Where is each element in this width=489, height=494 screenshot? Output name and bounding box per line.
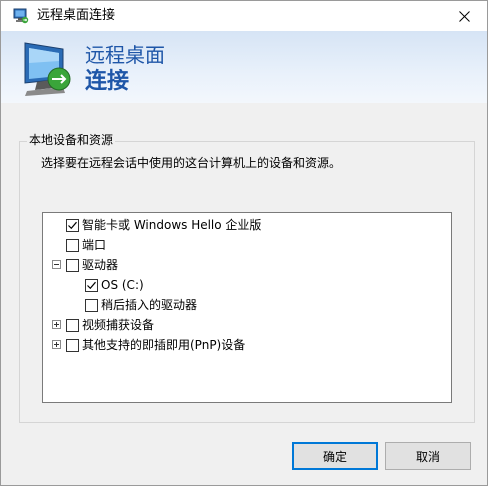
group-description: 选择要在远程会话中使用的这台计算机上的设备和资源。 <box>41 156 342 170</box>
checkmark-icon <box>68 221 77 229</box>
drives-checkbox[interactable] <box>66 258 79 272</box>
tree-item-label: 其他支持的即插即用(PnP)设备 <box>82 338 246 352</box>
tree-item-label: 端口 <box>82 238 107 252</box>
tree-item-ports[interactable]: 端口 <box>66 235 106 255</box>
device-tree[interactable]: 智能卡或 Windows Hello 企业版 端口 驱动器 OS (C:) 稍后… <box>42 212 452 403</box>
remote-desktop-logo-icon <box>24 42 71 96</box>
banner-title-line1: 远程桌面 <box>85 43 165 67</box>
pnp-expand-button[interactable] <box>52 340 61 349</box>
tree-item-video-capture[interactable]: 视频捕获设备 <box>66 315 154 335</box>
cancel-button[interactable]: 取消 <box>385 442 471 470</box>
tree-item-label: 稍后插入的驱动器 <box>101 298 198 312</box>
header-banner: 远程桌面 连接 <box>1 31 487 103</box>
tree-item-drives[interactable]: 驱动器 <box>66 255 118 275</box>
remote-desktop-icon <box>13 8 29 24</box>
later-drives-checkbox[interactable] <box>85 298 98 312</box>
video-capture-checkbox[interactable] <box>66 318 79 332</box>
group-legend: 本地设备和资源 <box>27 132 116 148</box>
tree-item-os-c[interactable]: OS (C:) <box>85 275 144 295</box>
remote-desktop-dialog: 远程桌面连接 远程桌面 连接 本地设备和资源 选择要在远程会话中使用的这台计算机… <box>0 0 488 486</box>
drives-collapse-button[interactable] <box>52 260 61 269</box>
tree-item-label: 驱动器 <box>82 258 119 272</box>
checkmark-icon <box>87 281 96 289</box>
smartcard-checkbox[interactable] <box>66 218 79 232</box>
pnp-checkbox[interactable] <box>66 338 79 352</box>
tree-item-pnp[interactable]: 其他支持的即插即用(PnP)设备 <box>66 335 245 355</box>
tree-item-later-drives[interactable]: 稍后插入的驱动器 <box>85 295 197 315</box>
close-button[interactable] <box>441 1 487 31</box>
window-title: 远程桌面连接 <box>37 8 116 23</box>
tree-item-label: OS (C:) <box>101 278 144 292</box>
ports-checkbox[interactable] <box>66 238 79 252</box>
minus-icon <box>54 264 59 265</box>
tree-item-label: 视频捕获设备 <box>82 318 155 332</box>
tree-item-smartcard[interactable]: 智能卡或 Windows Hello 企业版 <box>66 215 261 235</box>
os-c-checkbox[interactable] <box>85 278 98 292</box>
ok-button[interactable]: 确定 <box>292 442 378 470</box>
tree-item-label: 智能卡或 Windows Hello 企业版 <box>82 218 262 232</box>
title-bar[interactable]: 远程桌面连接 <box>1 1 487 31</box>
banner-title-line2: 连接 <box>85 69 130 94</box>
video-capture-expand-button[interactable] <box>52 320 61 329</box>
close-icon <box>458 10 470 22</box>
